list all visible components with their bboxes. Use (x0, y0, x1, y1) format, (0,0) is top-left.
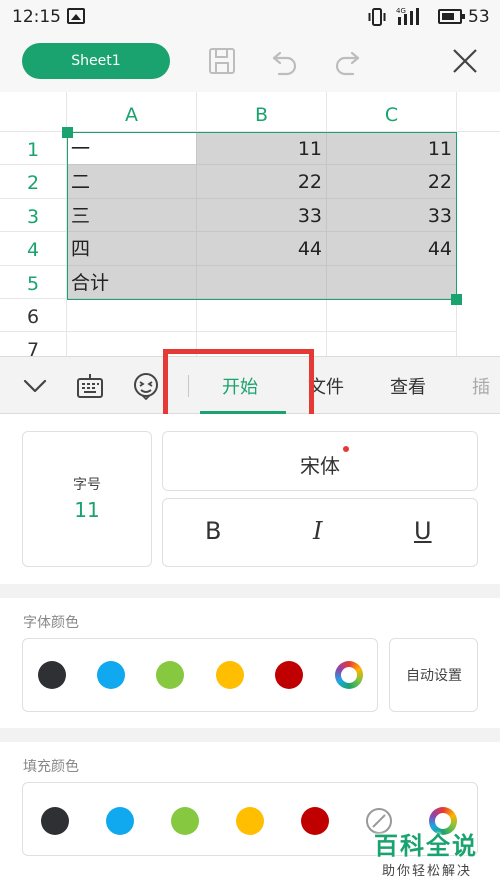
font-name-value: 宋体 (300, 454, 340, 478)
cell-b6[interactable] (197, 299, 327, 333)
fill-color-swatch-green[interactable] (171, 807, 199, 835)
undo-icon[interactable] (270, 46, 300, 76)
keyboard-icon[interactable] (75, 371, 105, 401)
font-color-swatch-blue[interactable] (97, 661, 125, 689)
top-toolbar: Sheet1 (0, 34, 500, 92)
row-header-1[interactable]: 1 (0, 132, 67, 166)
selection-handle-bottom-right[interactable] (451, 294, 462, 305)
font-section: 字号 11 宋体 B I U (0, 414, 500, 584)
cell-c3[interactable]: 33 (327, 198, 457, 233)
watermark-title: 百科全说 (374, 832, 478, 860)
auto-color-label: 自动设置 (406, 668, 462, 684)
underline-button[interactable]: U (414, 517, 432, 545)
font-color-swatch-black[interactable] (38, 661, 66, 689)
cell-c1[interactable]: 11 (327, 132, 457, 166)
cell-c5[interactable] (327, 265, 457, 299)
auto-color-button[interactable]: 自动设置 (389, 638, 478, 712)
cell-b5[interactable] (197, 265, 327, 299)
column-header-b[interactable]: B (197, 92, 327, 132)
tab-insert[interactable]: 插 (472, 373, 490, 399)
font-color-swatch-yellow[interactable] (216, 661, 244, 689)
font-name-button[interactable]: 宋体 (162, 431, 478, 491)
selection-handle-top-left[interactable] (62, 127, 73, 138)
font-size-button[interactable]: 字号 11 (22, 431, 152, 567)
cell-a2[interactable]: 二 (67, 165, 197, 199)
emoji-icon[interactable] (131, 371, 161, 401)
cell-a7[interactable] (67, 332, 197, 356)
image-notification-icon (67, 8, 85, 24)
fill-color-swatch-yellow[interactable] (236, 807, 264, 835)
app-screen: 12:15 4G 53 Sheet1 A B C 1 2 3 4 5 6 7 一… (0, 0, 500, 889)
battery-level: 53 (468, 7, 490, 27)
bold-button[interactable]: B (205, 517, 221, 545)
signal-icon: 4G (396, 6, 426, 26)
cell-b1[interactable]: 11 (197, 132, 327, 166)
ribbon-bar: 开始 文件 查看 插 (0, 356, 500, 414)
cell-a3[interactable]: 三 (67, 198, 197, 233)
fill-color-swatch-black[interactable] (41, 807, 69, 835)
italic-button[interactable]: I (313, 517, 322, 545)
redo-icon[interactable] (332, 46, 362, 76)
font-size-value: 11 (74, 498, 100, 522)
cell-b2[interactable]: 22 (197, 165, 327, 199)
fill-color-title: 填充颜色 (23, 759, 79, 775)
close-icon[interactable] (450, 46, 480, 76)
row-header-2[interactable]: 2 (0, 165, 67, 199)
row-header-3[interactable]: 3 (0, 198, 67, 233)
font-color-title: 字体颜色 (23, 615, 79, 631)
font-color-palette (22, 638, 378, 712)
spreadsheet-grid[interactable]: A B C 1 2 3 4 5 6 7 一 11 11 二 22 22 三 33… (0, 92, 500, 356)
tab-view[interactable]: 查看 (390, 373, 426, 399)
column-header-d[interactable] (457, 92, 500, 132)
row-header-4[interactable]: 4 (0, 232, 67, 266)
row-header-7[interactable]: 7 (0, 332, 67, 356)
color-wheel-icon[interactable] (335, 661, 363, 689)
column-header-c[interactable]: C (327, 92, 457, 132)
ribbon-divider (188, 375, 189, 397)
cell-c2[interactable]: 22 (327, 165, 457, 199)
status-time: 12:15 (12, 7, 61, 27)
cell-a6[interactable] (67, 299, 197, 333)
font-color-section: 字体颜色 自动设置 (0, 598, 500, 728)
row-header-5[interactable]: 5 (0, 265, 67, 299)
text-style-group: B I U (162, 498, 478, 567)
cell-a1[interactable]: 一 (67, 132, 197, 166)
cell-b7[interactable] (197, 332, 327, 356)
new-indicator-dot (343, 446, 349, 452)
fill-color-swatch-red[interactable] (301, 807, 329, 835)
tab-start[interactable]: 开始 (222, 373, 258, 399)
corner-cell[interactable] (0, 92, 67, 132)
status-bar: 12:15 4G 53 (0, 0, 500, 34)
cell-b4[interactable]: 44 (197, 232, 327, 266)
font-size-label: 字号 (73, 477, 101, 493)
format-panel: 字号 11 宋体 B I U 字体颜色 自动设置 填充颜色 (0, 414, 500, 889)
cell-c4[interactable]: 44 (327, 232, 457, 266)
row-header-6[interactable]: 6 (0, 299, 67, 333)
cell-c7[interactable] (327, 332, 457, 356)
watermark-logo: 百科全说 助你轻松解决 (366, 826, 490, 882)
tab-file[interactable]: 文件 (308, 373, 344, 399)
cell-b3[interactable]: 33 (197, 198, 327, 233)
column-header-a[interactable]: A (67, 92, 197, 132)
network-label: 4G (396, 7, 406, 15)
sheet-tab-button[interactable]: Sheet1 (22, 43, 170, 79)
cell-c6[interactable] (327, 299, 457, 333)
battery-icon (438, 9, 465, 24)
watermark-subtitle: 助你轻松解决 (382, 864, 473, 879)
cell-a5[interactable]: 合计 (67, 265, 197, 299)
fill-color-swatch-blue[interactable] (106, 807, 134, 835)
font-color-swatch-green[interactable] (156, 661, 184, 689)
font-color-swatch-red[interactable] (275, 661, 303, 689)
vibrate-icon (368, 8, 386, 26)
save-icon[interactable] (207, 46, 237, 76)
cell-a4[interactable]: 四 (67, 232, 197, 266)
chevron-down-icon[interactable] (20, 371, 50, 401)
